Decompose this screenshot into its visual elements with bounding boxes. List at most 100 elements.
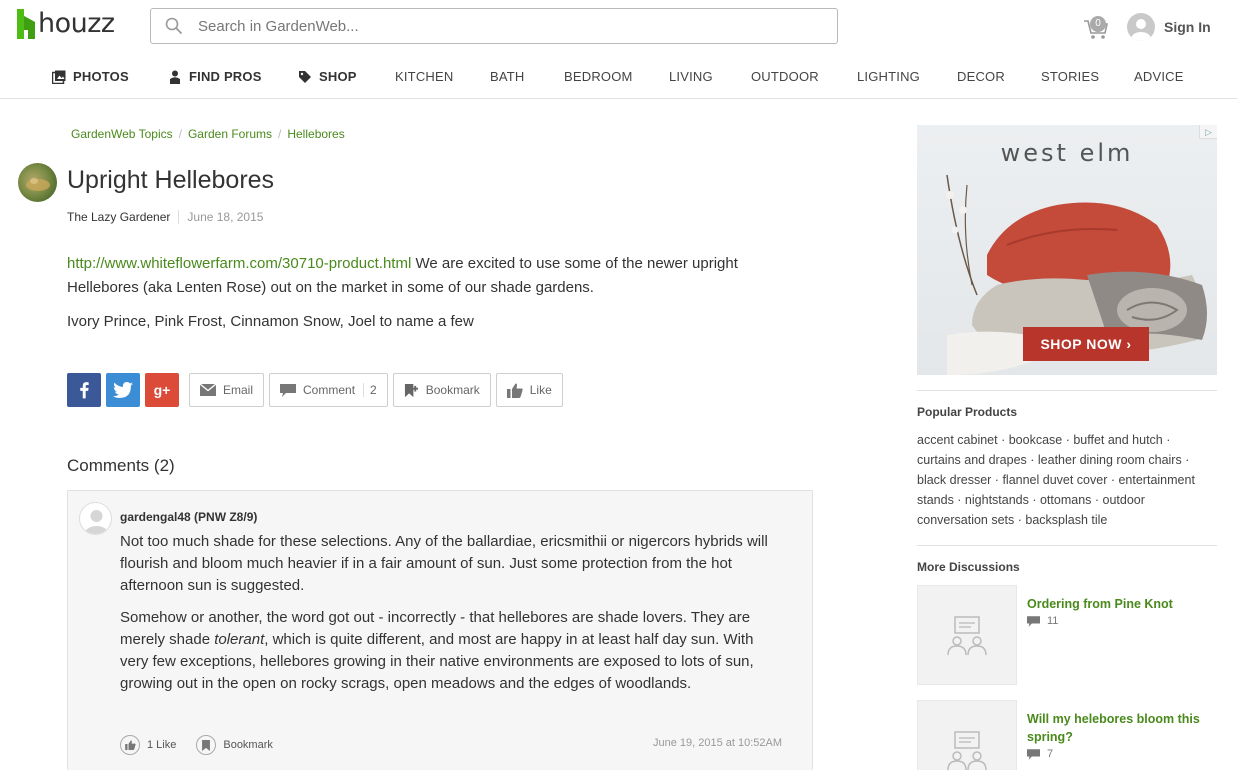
comment-count: 2	[363, 383, 377, 397]
breadcrumb: GardenWeb Topics / Garden Forums / Helle…	[71, 127, 345, 141]
breadcrumb-hellebores[interactable]: Hellebores	[287, 127, 344, 141]
post-author-link[interactable]: The Lazy Gardener	[67, 210, 170, 224]
commenter-name[interactable]: gardengal48 (PNW Z8/9)	[120, 510, 257, 524]
comment-like-button[interactable]: 1 Like	[120, 735, 176, 755]
facebook-share-button[interactable]	[67, 373, 101, 407]
comment-paragraph-1: Not too much shade for these selections.…	[120, 533, 768, 594]
search-input[interactable]	[198, 17, 798, 35]
discussion-placeholder-icon	[917, 585, 1017, 685]
comment-emphasis: tolerant	[214, 631, 265, 648]
nav-lighting[interactable]: LIGHTING	[857, 69, 920, 84]
email-button[interactable]: Email	[189, 373, 265, 407]
meta-divider	[178, 210, 180, 224]
sidebar-divider	[917, 390, 1217, 391]
discussion-item[interactable]: Will my helebores bloom this spring? 7	[917, 700, 1217, 770]
post-paragraph: http://www.whiteflowerfarm.com/30710-pro…	[67, 252, 807, 300]
popular-products-heading: Popular Products	[917, 405, 1018, 419]
nav-find-pros[interactable]: FIND PROS	[168, 69, 262, 84]
comment-text: Not too much shade for these selections.…	[120, 531, 770, 705]
comment-bookmark-label: Bookmark	[223, 739, 273, 751]
comment-paragraph-2: Somehow or another, the word got out - i…	[120, 607, 770, 695]
page-title: Upright Hellebores	[67, 166, 275, 194]
comment-date: June 19, 2015 at 10:52AM	[653, 737, 783, 749]
person-icon	[170, 70, 180, 84]
ad-shop-now-button[interactable]: SHOP NOW ›	[1023, 327, 1149, 361]
more-discussions-heading: More Discussions	[917, 560, 1020, 574]
share-bar: g+ Email Comment 2 Bookmark Like	[67, 373, 563, 407]
bookmark-plus-icon	[404, 383, 418, 397]
twitter-share-button[interactable]	[106, 373, 140, 407]
bookmark-button-label: Bookmark	[425, 383, 480, 397]
sign-in-link[interactable]: Sign In	[1164, 19, 1211, 35]
post-body: http://www.whiteflowerfarm.com/30710-pro…	[67, 252, 807, 344]
bookmark-icon	[196, 735, 217, 755]
nav-shop[interactable]: SHOP	[298, 69, 357, 84]
discussion-title[interactable]: Ordering from Pine Knot	[1027, 595, 1217, 613]
comment-bookmark-button[interactable]: Bookmark	[196, 735, 273, 755]
cart-count-badge: 0	[1090, 16, 1106, 32]
nav-bath[interactable]: BATH	[490, 69, 525, 84]
nav-living[interactable]: LIVING	[669, 69, 713, 84]
popular-products-list[interactable]: accent cabinet · bookcase · buffet and h…	[917, 430, 1217, 530]
nav-kitchen[interactable]: KITCHEN	[395, 69, 453, 84]
logo-text: houzz	[38, 8, 115, 39]
comment-icon	[280, 383, 297, 397]
discussion-item[interactable]: Ordering from Pine Knot 11	[917, 585, 1217, 685]
comment-icon	[1027, 748, 1040, 760]
thumbs-up-icon	[506, 383, 523, 398]
nav-find-pros-label: FIND PROS	[189, 69, 262, 84]
user-avatar-icon[interactable]	[1127, 13, 1155, 41]
comments-heading: Comments (2)	[67, 456, 175, 475]
breadcrumb-separator: /	[278, 127, 282, 141]
like-button-label: Like	[529, 383, 552, 397]
nav-stories[interactable]: STORIES	[1041, 69, 1099, 84]
photos-icon	[52, 70, 66, 84]
houzz-logo-icon	[17, 8, 35, 39]
nav-advice[interactable]: ADVICE	[1134, 69, 1184, 84]
breadcrumb-garden-forums[interactable]: Garden Forums	[188, 127, 272, 141]
product-link[interactable]: http://www.whiteflowerfarm.com/30710-pro…	[67, 255, 411, 272]
discussion-title[interactable]: Will my helebores bloom this spring?	[1027, 710, 1217, 746]
comment-item: gardengal48 (PNW Z8/9) Not too much shad…	[67, 490, 813, 770]
facebook-icon	[80, 382, 89, 399]
comment-actions: 1 Like Bookmark	[120, 735, 293, 755]
author-avatar[interactable]	[18, 163, 57, 202]
google-plus-icon: g+	[153, 382, 171, 398]
houzz-logo[interactable]: houzz	[17, 8, 115, 39]
discussion-count-value: 11	[1047, 615, 1059, 627]
bookmark-button[interactable]: Bookmark	[392, 373, 491, 407]
comment-button[interactable]: Comment 2	[269, 373, 388, 407]
post-date: June 18, 2015	[187, 210, 264, 224]
top-bar: houzz 0 Sign In	[0, 0, 1237, 55]
nav-decor[interactable]: DECOR	[957, 69, 1005, 84]
email-button-label: Email	[223, 383, 254, 397]
breadcrumb-gardenweb-topics[interactable]: GardenWeb Topics	[71, 127, 173, 141]
nav-outdoor[interactable]: OUTDOOR	[751, 69, 819, 84]
main-nav: PHOTOS FIND PROS SHOP KITCHEN BATH BEDRO…	[0, 55, 1237, 99]
commenter-avatar[interactable]	[79, 502, 112, 535]
tag-icon	[299, 70, 311, 83]
comment-button-label: Comment	[303, 383, 356, 397]
advertisement-banner[interactable]: ▷ west elm SHOP NOW ›	[917, 125, 1217, 375]
nav-photos-label: PHOTOS	[73, 69, 129, 84]
discussion-comment-count: 11	[1027, 615, 1058, 627]
post-meta: The Lazy Gardener June 18, 2015	[67, 210, 263, 224]
like-button[interactable]: Like	[495, 373, 563, 407]
discussion-comment-count: 7	[1027, 748, 1053, 760]
twitter-icon	[113, 382, 133, 398]
search-bar[interactable]	[150, 8, 838, 44]
nav-photos[interactable]: PHOTOS	[52, 69, 129, 84]
post-paragraph-2: Ivory Prince, Pink Frost, Cinnamon Snow,…	[67, 313, 474, 330]
nav-shop-label: SHOP	[319, 69, 357, 84]
search-icon	[165, 17, 183, 35]
comment-like-label: 1 Like	[147, 739, 177, 751]
discussion-count-value: 7	[1047, 748, 1054, 760]
sidebar-divider	[917, 545, 1217, 546]
breadcrumb-separator: /	[178, 127, 182, 141]
google-plus-share-button[interactable]: g+	[145, 373, 179, 407]
discussion-placeholder-icon	[917, 700, 1017, 770]
email-icon	[200, 384, 216, 396]
thumbs-up-icon	[120, 735, 140, 755]
comment-icon	[1027, 615, 1040, 627]
nav-bedroom[interactable]: BEDROOM	[564, 69, 633, 84]
